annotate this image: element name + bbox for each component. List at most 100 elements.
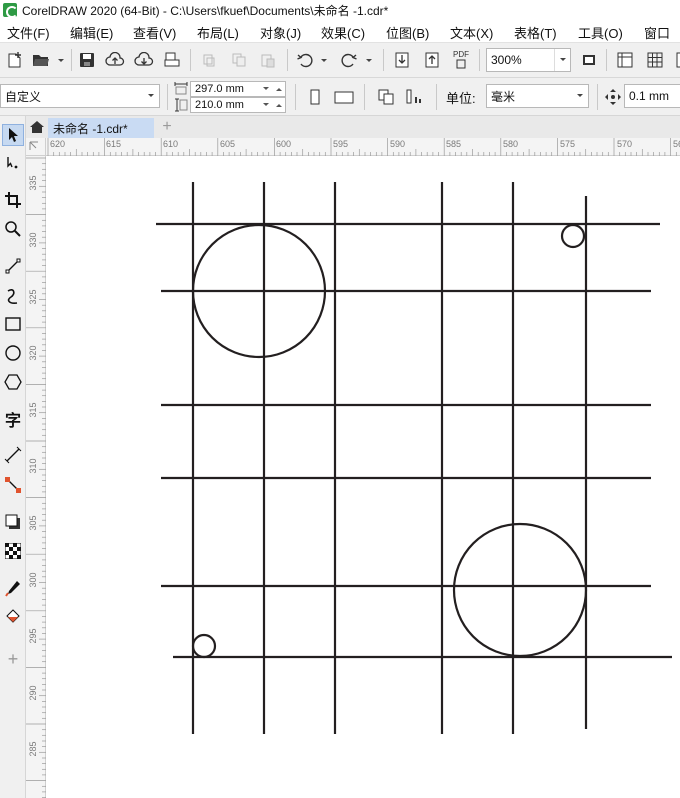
page-width-up-icon[interactable]	[275, 86, 282, 92]
page-height-spinner	[259, 98, 285, 112]
redo-icon[interactable]	[338, 49, 360, 71]
units-value: 毫米	[491, 89, 516, 104]
snap-to-icon[interactable]	[670, 49, 680, 71]
menu-table[interactable]: 表格(T)	[514, 23, 557, 42]
ruler-label: 595	[333, 139, 349, 149]
parallel-dimension-icon[interactable]	[2, 444, 24, 466]
import-icon[interactable]	[391, 49, 413, 71]
ruler-label: 285	[28, 741, 38, 757]
small-circle[interactable]	[560, 223, 586, 249]
ruler-label: 580	[503, 139, 519, 149]
ruler-label: 325	[28, 289, 38, 305]
rectangle-tool-icon[interactable]	[2, 313, 24, 335]
zoom-tool-icon[interactable]	[2, 218, 24, 240]
ruler-label: 320	[28, 345, 38, 361]
drawing-canvas[interactable]	[46, 156, 680, 798]
menu-text[interactable]: 文本(X)	[450, 23, 493, 42]
toolbox: 字 +	[0, 116, 26, 798]
shape-tool-icon[interactable]	[2, 152, 24, 174]
ruler-origin[interactable]	[26, 138, 46, 156]
document-tab-label: 未命名 -1.cdr*	[53, 121, 128, 136]
page-width-dropdown-icon[interactable]	[262, 86, 269, 92]
separator	[597, 84, 598, 110]
cloud-download-icon[interactable]	[133, 49, 155, 71]
vertical-ruler[interactable]: 335 330 325 320 315 310 305 300 295 290 …	[26, 156, 46, 798]
ruler-label: 575	[560, 139, 576, 149]
menu-tools[interactable]: 工具(O)	[578, 23, 623, 42]
separator	[167, 84, 168, 110]
menu-layout[interactable]: 布局(L)	[197, 23, 239, 42]
grid-icon[interactable]	[644, 49, 666, 71]
nudge-distance-field[interactable]: 0.1 mm	[624, 84, 680, 108]
ruler-label: 570	[617, 139, 633, 149]
units-dropdown-icon[interactable]	[572, 85, 588, 107]
page-height-field[interactable]: 210.0 mm	[190, 97, 286, 113]
undo-icon[interactable]	[294, 49, 316, 71]
ruler-label: 330	[28, 232, 38, 248]
add-tool-icon[interactable]: +	[2, 648, 24, 670]
zoom-level-combo[interactable]: 300%	[486, 48, 571, 72]
polygon-tool-icon[interactable]	[2, 371, 24, 393]
small-circle[interactable]	[191, 633, 217, 659]
home-tab-icon[interactable]	[26, 116, 48, 138]
print-icon[interactable]	[161, 49, 183, 71]
paste-icon[interactable]	[257, 49, 279, 71]
menu-bitmaps[interactable]: 位图(B)	[386, 23, 429, 42]
ellipse-tool-icon[interactable]	[2, 342, 24, 364]
menu-edit[interactable]: 编辑(E)	[70, 23, 113, 42]
pdf-icon[interactable]: PDF	[450, 48, 472, 70]
add-document-tab-icon[interactable]: +	[158, 118, 176, 136]
crop-tool-icon[interactable]	[2, 189, 24, 211]
page-width-field[interactable]: 297.0 mm	[190, 81, 286, 97]
large-circle[interactable]	[452, 522, 588, 658]
menu-window[interactable]: 窗口	[644, 23, 670, 42]
ruler-label: 565	[673, 139, 680, 149]
undo-dropdown-icon[interactable]	[320, 57, 328, 65]
page-height-value: 210.0 mm	[195, 99, 244, 111]
full-screen-icon[interactable]	[578, 49, 600, 71]
ruler-label: 300	[28, 572, 38, 588]
cloud-upload-icon[interactable]	[104, 49, 126, 71]
new-document-icon[interactable]	[4, 49, 26, 71]
save-icon[interactable]	[76, 49, 98, 71]
redo-dropdown-icon[interactable]	[365, 57, 373, 65]
document-tab[interactable]: 未命名 -1.cdr*	[48, 118, 154, 138]
menu-effects[interactable]: 效果(C)	[321, 23, 365, 42]
horizontal-ruler-ticks	[47, 138, 677, 156]
landscape-icon[interactable]	[333, 86, 355, 108]
current-page-icon[interactable]	[404, 86, 426, 108]
text-tool-icon[interactable]: 字	[2, 408, 24, 430]
artistic-media-icon[interactable]	[2, 285, 24, 307]
nudge-distance-icon	[602, 86, 624, 108]
copy-icon[interactable]	[228, 49, 250, 71]
freehand-tool-icon[interactable]	[2, 255, 24, 277]
all-pages-icon[interactable]	[375, 86, 397, 108]
units-combo[interactable]: 毫米	[486, 84, 589, 108]
color-eyedropper-icon[interactable]	[2, 577, 24, 599]
page-height-up-icon[interactable]	[275, 102, 282, 108]
menu-view[interactable]: 查看(V)	[133, 23, 176, 42]
pdf-label: PDF	[453, 49, 469, 59]
menu-object[interactable]: 对象(J)	[260, 23, 301, 42]
ruler-label: 615	[106, 139, 122, 149]
cut-icon[interactable]	[198, 49, 220, 71]
page-size-combo[interactable]: 自定义	[0, 84, 160, 108]
drop-shadow-icon[interactable]	[2, 511, 24, 533]
export-icon[interactable]	[421, 49, 443, 71]
zoom-dropdown-icon[interactable]	[554, 49, 570, 71]
page-size-dropdown-icon[interactable]	[143, 85, 159, 107]
page-height-dropdown-icon[interactable]	[262, 102, 269, 108]
rulers-icon[interactable]	[614, 49, 636, 71]
menu-file[interactable]: 文件(F)	[7, 23, 50, 42]
horizontal-ruler[interactable]: 620 615 610 605 600 595 590 585 580 575 …	[46, 138, 680, 156]
ruler-label: 605	[220, 139, 236, 149]
open-folder-icon[interactable]	[30, 49, 52, 71]
ruler-label: 305	[28, 515, 38, 531]
open-dropdown-icon[interactable]	[57, 57, 65, 65]
interactive-fill-icon[interactable]	[2, 606, 24, 628]
portrait-icon[interactable]	[304, 86, 326, 108]
pick-tool-icon[interactable]	[2, 124, 24, 146]
transparency-icon[interactable]	[2, 540, 24, 562]
connector-tool-icon[interactable]	[2, 474, 24, 496]
drawing	[156, 182, 672, 734]
